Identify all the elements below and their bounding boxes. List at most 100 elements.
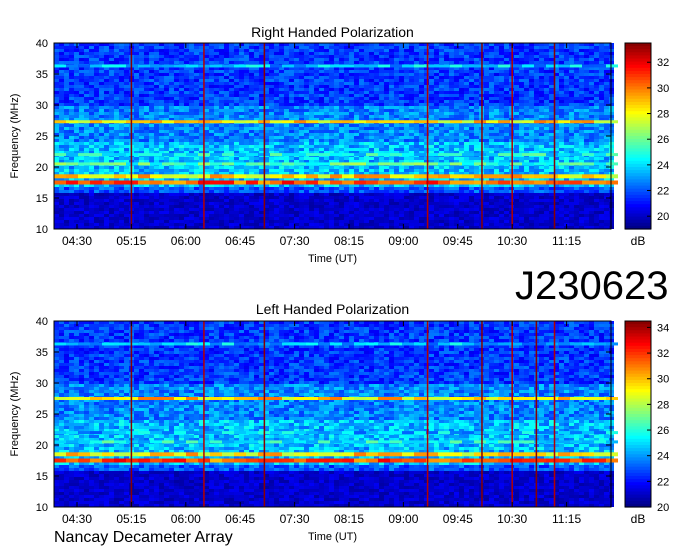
band-17.5mhz xyxy=(246,459,258,463)
band-22mhz xyxy=(270,431,282,434)
band-36.3mhz xyxy=(594,64,606,67)
band-27.5mhz xyxy=(162,397,174,400)
band-36.3mhz xyxy=(474,342,486,345)
x-tick-label: 05:15 xyxy=(116,512,146,526)
x-tick-label: 10:30 xyxy=(497,512,527,526)
band-27.5mhz xyxy=(594,397,606,400)
band-36.3mhz xyxy=(378,342,390,345)
band-20.5mhz xyxy=(462,440,474,443)
band-17.5mhz xyxy=(186,459,198,463)
band-18.5mhz xyxy=(114,452,126,456)
band-20.5mhz xyxy=(174,440,186,443)
band-17.5mhz xyxy=(342,459,354,463)
band-20.5mhz xyxy=(486,162,498,165)
x-tick-label: 06:45 xyxy=(225,234,255,248)
band-27.3mhz xyxy=(606,120,618,123)
band-36.3mhz xyxy=(498,64,510,67)
colorbar: 2022242628303234dB xyxy=(625,321,669,526)
band-22mhz xyxy=(294,431,306,434)
band-27.5mhz xyxy=(366,397,378,400)
panel-left-handed: Left Handed Polarization10152025303540Fr… xyxy=(9,301,669,543)
instrument-name: Nancay Decameter Array xyxy=(54,528,233,548)
band-36.3mhz xyxy=(102,64,114,67)
band-17.5mhz xyxy=(66,181,78,185)
band-20.5mhz xyxy=(282,440,294,443)
band-22mhz xyxy=(222,431,234,434)
band-22mhz xyxy=(234,431,246,434)
y-axis-label: Frequency (MHz) xyxy=(9,372,21,457)
panel-title: Left Handed Polarization xyxy=(256,301,409,317)
band-22mhz xyxy=(234,153,246,156)
band-18.5mhz xyxy=(282,174,294,178)
band-18.5mhz xyxy=(570,452,582,456)
band-22mhz xyxy=(162,153,174,156)
band-27.5mhz xyxy=(246,397,258,400)
band-20.5mhz xyxy=(222,162,234,165)
x-tick-label: 06:00 xyxy=(171,512,201,526)
band-22mhz xyxy=(546,153,558,156)
band-27.5mhz xyxy=(294,397,306,400)
band-17.5mhz xyxy=(306,459,318,463)
band-20.5mhz xyxy=(594,440,606,443)
band-17.5mhz xyxy=(546,459,558,463)
band-22mhz xyxy=(474,153,486,156)
band-17.5mhz xyxy=(366,181,378,185)
band-17.5mhz xyxy=(174,459,186,463)
band-27.3mhz xyxy=(222,120,234,123)
band-36.3mhz xyxy=(174,342,186,345)
band-27.3mhz xyxy=(438,120,450,123)
band-36.3mhz xyxy=(414,342,426,345)
band-18.5mhz xyxy=(582,452,594,456)
colorbar-tick-label: 28 xyxy=(657,399,669,411)
band-27.5mhz xyxy=(150,397,162,400)
band-18.5mhz xyxy=(138,452,150,456)
band-22mhz xyxy=(330,431,342,434)
band-22mhz xyxy=(522,153,534,156)
band-20.5mhz xyxy=(210,440,222,443)
band-27.3mhz xyxy=(498,120,510,123)
band-18.5mhz xyxy=(414,452,426,456)
colorbar-tick-label: 28 xyxy=(657,109,669,121)
band-36.3mhz xyxy=(414,64,426,67)
colorbar-tick-label: 22 xyxy=(657,476,669,488)
band-18.5mhz xyxy=(270,174,282,178)
band-17.5mhz xyxy=(486,459,498,463)
panel-right-handed: Right Handed Polarization10152025303540F… xyxy=(9,24,669,265)
band-36.3mhz xyxy=(78,342,90,345)
band-36.3mhz xyxy=(306,342,318,345)
band-20.5mhz xyxy=(282,162,294,165)
band-17.5mhz xyxy=(294,459,306,463)
band-17.5mhz xyxy=(606,459,618,463)
band-18.5mhz xyxy=(486,452,498,456)
colorbar-unit: dB xyxy=(631,512,646,526)
band-27.5mhz xyxy=(138,397,150,400)
band-17.5mhz xyxy=(450,181,462,185)
band-27.5mhz xyxy=(186,397,198,400)
band-20.5mhz xyxy=(114,162,126,165)
band-20.5mhz xyxy=(438,162,450,165)
band-22mhz xyxy=(570,153,582,156)
band-27.3mhz xyxy=(414,120,426,123)
band-20.5mhz xyxy=(402,440,414,443)
band-36.3mhz xyxy=(462,342,474,345)
band-36.3mhz xyxy=(114,342,126,345)
band-27.5mhz xyxy=(282,397,294,400)
colorbar-tick-label: 20 xyxy=(657,211,669,223)
band-18.5mhz xyxy=(162,174,174,178)
band-27.3mhz xyxy=(474,120,486,123)
x-tick-label: 11:15 xyxy=(552,234,581,248)
band-27.3mhz xyxy=(162,120,174,123)
band-22mhz xyxy=(486,153,498,156)
band-22mhz xyxy=(486,431,498,434)
band-27.3mhz xyxy=(78,120,90,123)
band-20.5mhz xyxy=(246,440,258,443)
band-18.5mhz xyxy=(234,174,246,178)
band-36.3mhz xyxy=(522,342,534,345)
colorbar-unit: dB xyxy=(631,234,646,248)
band-18.5mhz xyxy=(318,452,330,456)
y-tick-label: 25 xyxy=(36,409,48,421)
band-17.5mhz xyxy=(282,181,294,185)
band-27.3mhz xyxy=(210,120,222,123)
band-36.3mhz xyxy=(54,64,66,67)
band-18.5mhz xyxy=(450,452,462,456)
